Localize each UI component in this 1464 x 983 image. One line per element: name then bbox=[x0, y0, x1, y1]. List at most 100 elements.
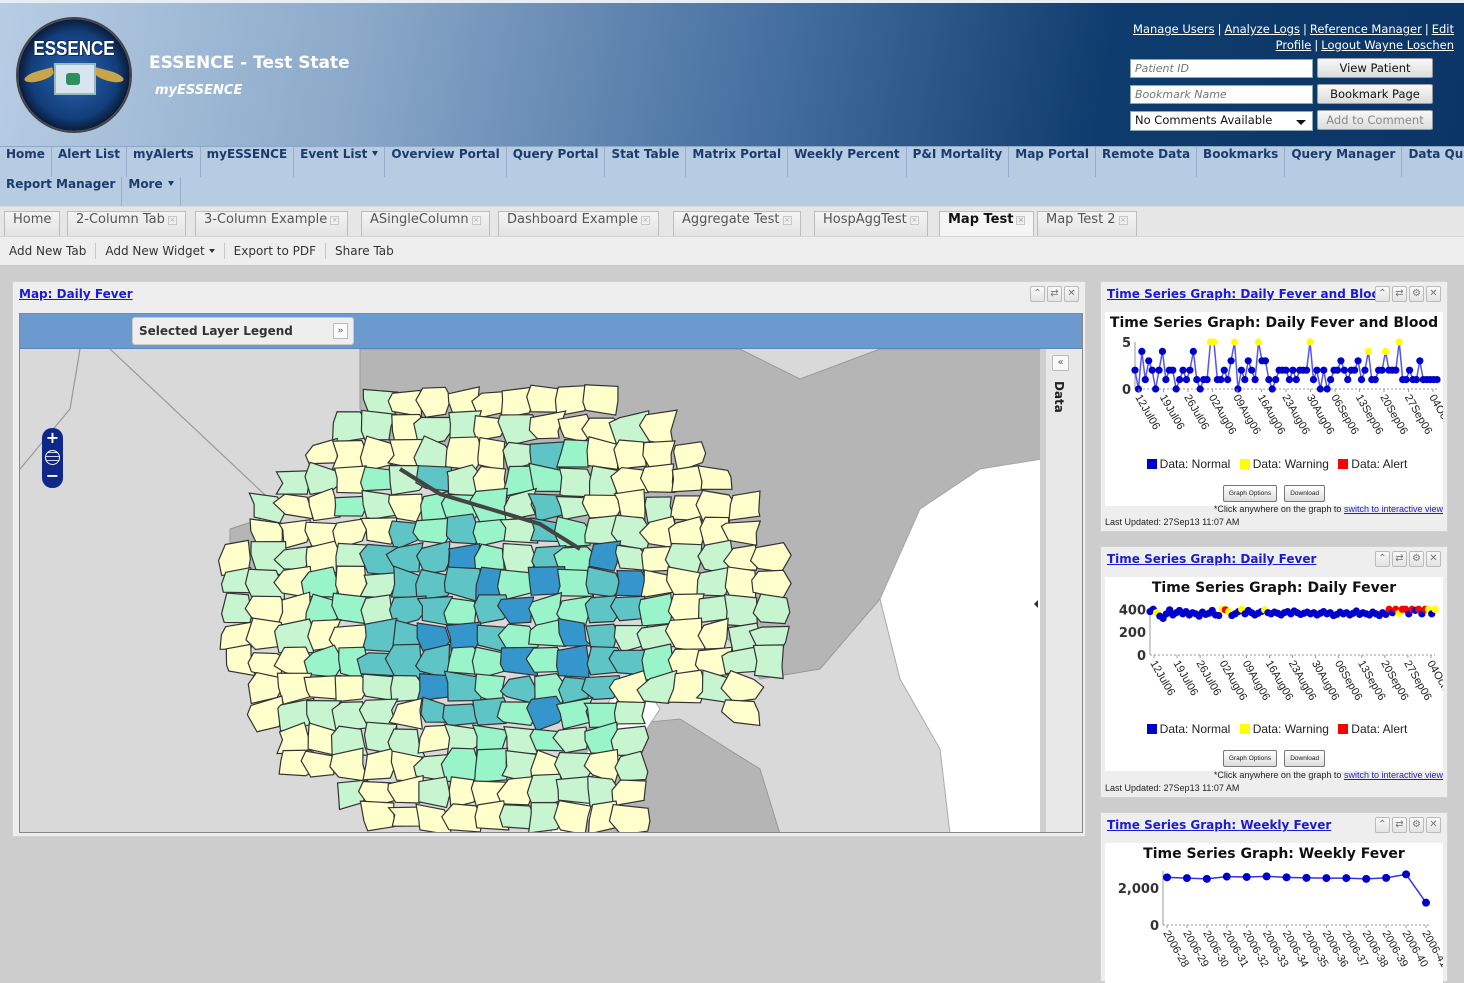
collapse-icon[interactable]: ⌃ bbox=[1375, 817, 1390, 833]
add-to-comment-button[interactable]: Add to Comment bbox=[1317, 110, 1433, 130]
patient-id-input[interactable] bbox=[1130, 59, 1313, 78]
view-patient-button[interactable]: View Patient bbox=[1317, 58, 1433, 78]
interactive-view-link[interactable]: switch to interactive view bbox=[1344, 504, 1443, 514]
data-point[interactable] bbox=[1244, 357, 1252, 365]
data-point[interactable] bbox=[1155, 366, 1163, 374]
manage-users-link[interactable]: Manage Users bbox=[1133, 22, 1215, 36]
data-point[interactable] bbox=[1422, 898, 1430, 907]
interactive-view-link[interactable]: switch to interactive view bbox=[1344, 770, 1443, 780]
data-point[interactable] bbox=[1162, 376, 1170, 384]
nav-item-query-portal[interactable]: Query Portal bbox=[507, 147, 606, 177]
ts-widget-title[interactable]: Time Series Graph: Daily Fever bbox=[1107, 552, 1316, 566]
nav-item-more[interactable]: More bbox=[122, 177, 181, 207]
nav-item-myalerts[interactable]: myAlerts bbox=[127, 147, 201, 177]
data-point[interactable] bbox=[1248, 366, 1256, 374]
zoom-out-button[interactable]: − bbox=[42, 468, 63, 484]
nav-item-map-portal[interactable]: Map Portal bbox=[1009, 147, 1096, 177]
close-tab-icon[interactable]: × bbox=[167, 216, 177, 225]
data-point[interactable] bbox=[1354, 357, 1362, 365]
map-region[interactable] bbox=[728, 490, 761, 521]
map-widget-title[interactable]: Map: Daily Fever bbox=[19, 287, 133, 301]
data-point[interactable] bbox=[1234, 385, 1242, 393]
map-region[interactable] bbox=[639, 463, 676, 493]
map-region[interactable] bbox=[723, 593, 759, 628]
graph-options-button[interactable]: Graph Options bbox=[1222, 750, 1278, 767]
data-point[interactable] bbox=[1262, 872, 1271, 881]
close-tab-icon[interactable]: × bbox=[471, 216, 481, 225]
data-point[interactable] bbox=[1222, 872, 1231, 881]
map-region[interactable] bbox=[638, 592, 674, 627]
data-point[interactable] bbox=[1344, 376, 1352, 384]
data-point[interactable] bbox=[1151, 385, 1160, 393]
data-point[interactable] bbox=[1265, 376, 1273, 384]
data-point[interactable] bbox=[1220, 366, 1228, 374]
data-point[interactable] bbox=[1405, 366, 1414, 374]
data-point[interactable] bbox=[1371, 376, 1379, 384]
refresh-icon[interactable]: ⇄ bbox=[1047, 286, 1062, 302]
essence-logo[interactable]: ESSENCE bbox=[18, 19, 130, 131]
gear-icon[interactable]: ⚙ bbox=[1409, 286, 1424, 302]
close-icon[interactable]: ✕ bbox=[1064, 286, 1079, 302]
data-point[interactable] bbox=[1412, 376, 1421, 384]
close-icon[interactable]: ✕ bbox=[1426, 551, 1441, 567]
tab-hospaggtest[interactable]: HospAggTest × bbox=[814, 211, 928, 237]
map-region[interactable] bbox=[752, 644, 785, 680]
bookmark-page-button[interactable]: Bookmark Page bbox=[1317, 84, 1433, 104]
data-point[interactable] bbox=[1382, 873, 1391, 882]
data-point[interactable] bbox=[1241, 376, 1249, 384]
ts-widget-title[interactable]: Time Series Graph: Weekly Fever bbox=[1107, 818, 1331, 832]
nav-item-weekly-percent[interactable]: Weekly Percent bbox=[788, 147, 907, 177]
tab-home[interactable]: Home bbox=[4, 211, 61, 237]
close-tab-icon[interactable]: × bbox=[782, 216, 792, 225]
map-region[interactable] bbox=[588, 540, 622, 572]
data-point[interactable] bbox=[1163, 873, 1171, 882]
nav-item-home[interactable]: Home bbox=[0, 147, 52, 177]
data-point[interactable] bbox=[1313, 366, 1321, 374]
zoom-in-button[interactable]: + bbox=[42, 430, 63, 446]
map-region[interactable] bbox=[418, 776, 451, 809]
data-point[interactable] bbox=[1357, 376, 1366, 384]
data-point[interactable] bbox=[1203, 376, 1211, 384]
data-point[interactable] bbox=[1193, 376, 1201, 384]
data-point[interactable] bbox=[1224, 376, 1232, 384]
collapse-icon[interactable]: ⌃ bbox=[1375, 286, 1390, 302]
globe-icon[interactable] bbox=[45, 450, 60, 465]
map-region[interactable] bbox=[553, 799, 592, 833]
data-point[interactable] bbox=[1196, 385, 1204, 393]
data-point[interactable] bbox=[1402, 870, 1411, 879]
data-point[interactable] bbox=[1182, 376, 1191, 384]
data-point[interactable] bbox=[1158, 347, 1167, 355]
data-point[interactable] bbox=[1251, 376, 1259, 384]
download-button[interactable]: Download bbox=[1284, 750, 1326, 767]
data-point[interactable] bbox=[1254, 338, 1263, 346]
map-region[interactable] bbox=[724, 566, 757, 600]
close-tab-icon[interactable]: × bbox=[1016, 216, 1026, 225]
data-point[interactable] bbox=[1237, 366, 1245, 374]
nav-item-remote-data[interactable]: Remote Data bbox=[1096, 147, 1198, 177]
nav-item-p-i-mortality[interactable]: P&I Mortality bbox=[907, 147, 1010, 177]
close-icon[interactable]: ✕ bbox=[1426, 286, 1441, 302]
map-region[interactable] bbox=[582, 384, 619, 416]
data-point[interactable] bbox=[1323, 385, 1331, 393]
data-point[interactable] bbox=[1186, 366, 1194, 374]
data-point[interactable] bbox=[1179, 366, 1187, 374]
data-point[interactable] bbox=[1378, 366, 1386, 374]
data-point[interactable] bbox=[1316, 385, 1324, 393]
data-point[interactable] bbox=[1202, 874, 1211, 883]
tab-map-test-2[interactable]: Map Test 2 × bbox=[1037, 211, 1137, 237]
refresh-icon[interactable]: ⇄ bbox=[1392, 817, 1407, 833]
daily-fever-chart[interactable]: 020040012Jul0619Jul0626Jul0602Aug0609Aug… bbox=[1105, 577, 1443, 727]
data-point[interactable] bbox=[1340, 366, 1348, 374]
tab-2-column-tab[interactable]: 2-Column Tab × bbox=[67, 211, 186, 237]
data-point[interactable] bbox=[1148, 366, 1156, 374]
data-point[interactable] bbox=[1131, 366, 1139, 374]
data-point[interactable] bbox=[1138, 347, 1146, 355]
refresh-icon[interactable]: ⇄ bbox=[1392, 286, 1407, 302]
data-point[interactable] bbox=[1361, 366, 1369, 374]
data-point[interactable] bbox=[1302, 873, 1311, 882]
data-point[interactable] bbox=[1282, 366, 1290, 374]
data-point[interactable] bbox=[1416, 357, 1424, 365]
nav-item-stat-table[interactable]: Stat Table bbox=[605, 147, 687, 177]
refresh-icon[interactable]: ⇄ bbox=[1392, 551, 1407, 567]
chart-area[interactable]: Time Series Graph: Daily Fever and Blood… bbox=[1105, 312, 1443, 506]
